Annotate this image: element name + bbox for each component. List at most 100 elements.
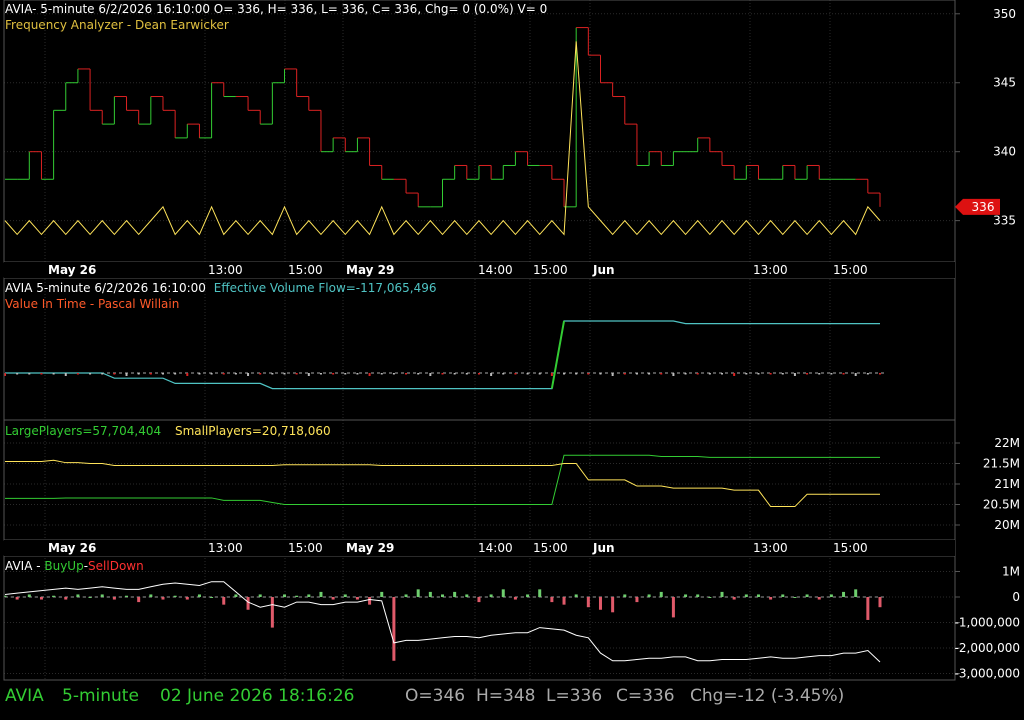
flow-bar (332, 373, 335, 375)
buysell-bar (343, 594, 347, 597)
time-axis-label: 15:00 (288, 541, 323, 555)
buysell-bar (453, 591, 457, 597)
time-axis-label: 15:00 (833, 541, 868, 555)
buysell-bar (878, 597, 882, 608)
buysell-y-tick-label: -3,000,000 (955, 667, 1020, 681)
buysell-bar (15, 597, 19, 600)
time-axis-label: May 26 (48, 541, 96, 555)
flow-bar (40, 373, 43, 375)
flow-bar (830, 373, 833, 375)
price-y-tick-label: 340 (993, 145, 1016, 159)
buysell-bar (197, 594, 201, 597)
volume-flow-symbol: AVIA 5-minute 6/2/2026 16:10:00 (5, 281, 206, 295)
buysell-bar (635, 597, 639, 603)
time-axis-label: Jun (592, 263, 615, 277)
flow-bar (623, 373, 626, 375)
time-axis-label: 15:00 (533, 263, 568, 277)
buysell-bar (769, 597, 773, 600)
flow-bar (757, 373, 760, 375)
buysell-bar (696, 594, 700, 597)
buysell-bar (112, 597, 116, 600)
status-datetime: 02 June 2026 18:16:26 (160, 686, 355, 706)
flow-bar (307, 373, 310, 376)
flow-bar (793, 373, 796, 376)
flow-bar (405, 373, 408, 375)
flow-bar (660, 373, 663, 375)
time-axis-label: 14:00 (478, 263, 513, 277)
buysell-bar (562, 597, 566, 605)
buysell-bar (647, 594, 651, 597)
status-open: O=346 (405, 686, 466, 706)
buyup-symbol: AVIA - (5, 559, 45, 573)
buysell-bar (185, 597, 189, 600)
time-axis-label: 15:00 (533, 541, 568, 555)
flow-bar (879, 373, 881, 375)
flow-bar (514, 373, 517, 375)
flow-bar (696, 373, 699, 375)
buysell-bar (428, 591, 432, 597)
price-y-tick-label: 350 (993, 7, 1016, 21)
flow-bar (283, 373, 286, 375)
small-players-line (5, 459, 880, 508)
buysell-bar (331, 597, 335, 600)
buysell-bar (598, 597, 602, 610)
buyup-selldown-panel[interactable] (3, 581, 886, 663)
buysell-bar (222, 597, 226, 605)
flow-bar (854, 373, 857, 376)
flow-bar (380, 373, 383, 375)
buysell-bar (416, 589, 420, 597)
price-header: AVIA- 5-minute 6/2/2026 16:10:00 O= 336,… (5, 2, 548, 16)
status-interval: 5-minute (62, 686, 139, 706)
buysell-bar (380, 591, 384, 597)
buysell-bar (489, 594, 493, 597)
status-high: H=348 (476, 686, 536, 706)
flow-bar (113, 373, 116, 375)
flow-bar (769, 373, 772, 375)
buysell-bar (781, 594, 785, 597)
flow-bar (356, 373, 359, 375)
price-y-tick-label: 345 (993, 76, 1016, 90)
buyup-selldown-header: AVIA - BuyUp-SellDown (5, 558, 144, 574)
buysell-y-tick-label: -1,000,000 (955, 616, 1020, 630)
flow-bar (149, 373, 152, 375)
buysell-bar (246, 597, 250, 610)
flow-bar (137, 373, 140, 375)
buysell-bar (404, 594, 408, 597)
buysell-bar (295, 595, 299, 597)
price-tag-label: 336 (972, 200, 995, 214)
time-axis-label: 13:00 (208, 263, 243, 277)
flow-bar (417, 373, 420, 375)
buysell-bar (319, 591, 323, 597)
time-axis-label: 15:00 (833, 263, 868, 277)
large-players-line (5, 454, 880, 505)
players-y-tick-label: 21.5M (983, 457, 1020, 471)
players-y-tick-label: 22M (994, 436, 1020, 450)
buysell-bar (866, 597, 870, 620)
buysell-bar (307, 594, 311, 597)
time-axis-label: 15:00 (288, 263, 323, 277)
buysell-bar (39, 597, 43, 600)
price-panel[interactable] (4, 27, 881, 236)
chart-canvas: May 26 13:00 15:00 May 29 14:00 15:00 Jun 13:00… (3, 0, 1020, 681)
buysell-bar (611, 597, 615, 613)
frequency-analyzer-label: Frequency Analyzer - Dean Earwicker (5, 18, 229, 32)
flow-bar (186, 373, 189, 376)
effective-volume-flow-panel[interactable] (4, 320, 885, 390)
flow-bar (222, 373, 225, 375)
buysell-bar (477, 597, 481, 603)
large-small-players-panel[interactable] (5, 454, 880, 508)
buysell-bar (586, 597, 590, 608)
flow-bar (101, 373, 104, 375)
flow-bar (575, 373, 578, 375)
buysell-bar (64, 597, 68, 600)
flow-bar (733, 373, 736, 376)
buysell-bar (441, 594, 444, 597)
flow-bar (28, 373, 31, 375)
flow-bar (866, 373, 869, 375)
buysell-y-tick-label: 0 (1012, 590, 1020, 604)
flow-bar (526, 373, 529, 375)
time-axis-label: May 26 (48, 263, 96, 277)
buysell-bar (27, 594, 31, 597)
buysell-bar (368, 597, 372, 605)
buysell-bar (234, 594, 238, 597)
